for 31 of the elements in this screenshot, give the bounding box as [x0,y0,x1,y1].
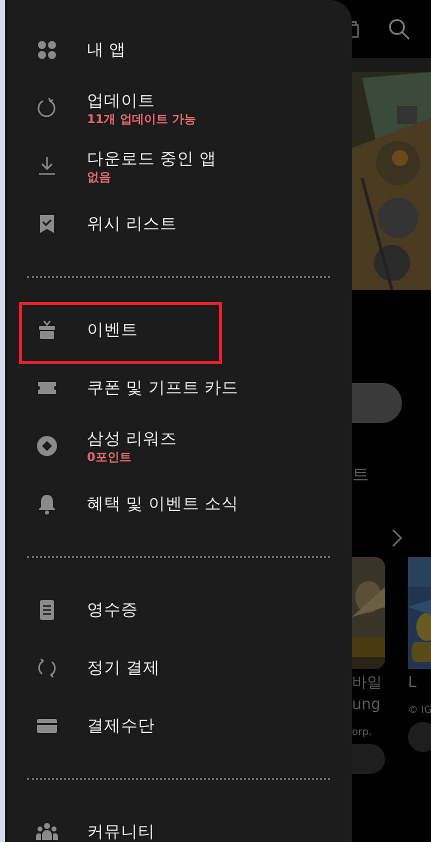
people-icon [36,821,58,842]
refresh-icon [36,97,58,119]
menu-item[interactable]: 커뮤니티 [5,803,352,842]
menu-item[interactable]: 혜택 및 이벤트 소식 [5,475,352,533]
download-icon [36,155,58,177]
publisher-name: © IG [408,705,431,716]
publisher-name: orp. [352,727,373,738]
diamond-circle-icon [36,435,58,457]
menu-item[interactable]: 다운로드 중인 앱 없음 [5,137,352,195]
search-icon[interactable] [388,18,410,40]
menu-item[interactable]: 위시 리스트 [5,195,352,253]
menu-item-status: 없음 [87,170,112,184]
menu-item[interactable]: 이벤트 [5,301,352,359]
app-title: ung [352,695,382,713]
menu-item[interactable]: 내 앱 [5,21,352,79]
app-title: L [408,673,418,691]
menu-item[interactable]: 업데이트 11개 업데이트 가능 [5,79,352,137]
gift-icon [36,319,58,341]
app-title: 바일 [352,673,383,691]
menu-item[interactable]: 삼성 리워즈 0포인트 [5,417,352,475]
section-heading: 트 [352,465,370,485]
menu-item[interactable]: 쿠폰 및 기프트 카드 [5,359,352,417]
menu-item[interactable]: 정기 결제 [5,639,352,697]
menu-item[interactable]: 영수증 [5,581,352,639]
bell-icon [36,493,58,515]
menu-item[interactable]: 결제수단 [5,697,352,755]
grid-dots-icon [36,39,58,61]
menu-item-status: 11개 업데이트 가능 [87,112,196,126]
chevron-right-icon[interactable] [392,529,402,547]
menu-item-status: 0포인트 [87,450,132,464]
sync-icon [36,657,58,679]
